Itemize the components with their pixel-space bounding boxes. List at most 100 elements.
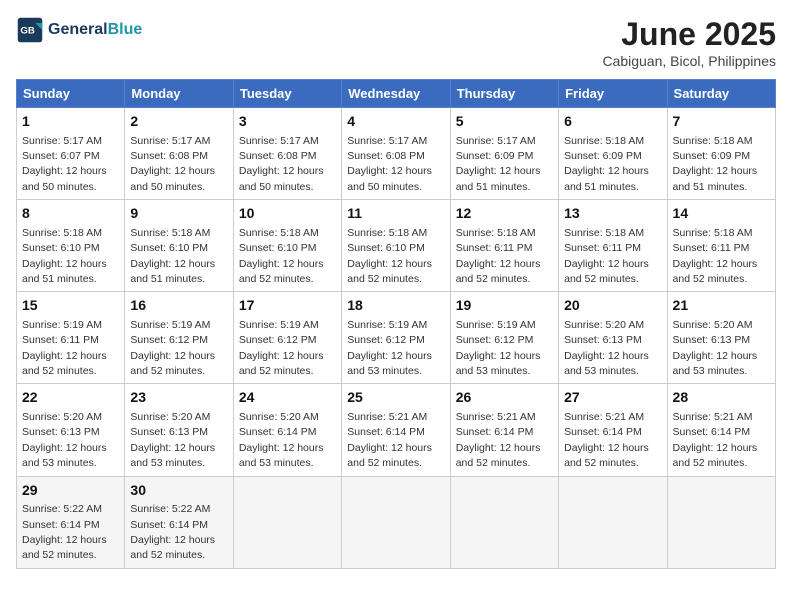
calendar-cell: 7 Sunrise: 5:18 AMSunset: 6:09 PMDaylight… [667, 108, 775, 200]
calendar-cell: 4 Sunrise: 5:17 AMSunset: 6:08 PMDaylight… [342, 108, 450, 200]
weekday-header-monday: Monday [125, 80, 233, 108]
cell-info: Sunrise: 5:22 AMSunset: 6:14 PMDaylight:… [130, 503, 215, 561]
calendar-cell: 11Sunrise: 5:18 AMSunset: 6:10 PMDayligh… [342, 200, 450, 292]
day-number: 5 [456, 112, 553, 132]
cell-info: Sunrise: 5:17 AMSunset: 6:08 PMDaylight:… [239, 135, 324, 193]
calendar-cell: 17 Sunrise: 5:19 AMSunset: 6:12 PMDayligh… [233, 292, 341, 384]
calendar-cell: 5 Sunrise: 5:17 AMSunset: 6:09 PMDaylight… [450, 108, 558, 200]
day-number: 29 [22, 481, 119, 501]
calendar-cell: 9 Sunrise: 5:18 AMSunset: 6:10 PMDaylight… [125, 200, 233, 292]
calendar-cell: 30Sunrise: 5:22 AMSunset: 6:14 PMDayligh… [125, 476, 233, 568]
logo-text: GeneralBlue [48, 21, 142, 39]
month-year-title: June 2025 [602, 16, 776, 53]
day-number: 9 [130, 204, 227, 224]
day-number: 8 [22, 204, 119, 224]
cell-info: Sunrise: 5:18 AMSunset: 6:10 PMDaylight:… [239, 227, 324, 285]
svg-text:GB: GB [20, 26, 34, 37]
calendar-week-row: 15Sunrise: 5:19 AMSunset: 6:11 PMDayligh… [17, 292, 776, 384]
cell-info: Sunrise: 5:17 AMSunset: 6:09 PMDaylight:… [456, 135, 541, 193]
day-number: 2 [130, 112, 227, 132]
cell-info: Sunrise: 5:20 AMSunset: 6:13 PMDaylight:… [673, 319, 758, 377]
calendar-cell: 16Sunrise: 5:19 AMSunset: 6:12 PMDayligh… [125, 292, 233, 384]
day-number: 27 [564, 388, 661, 408]
day-number: 7 [673, 112, 770, 132]
calendar-week-row: 8 Sunrise: 5:18 AMSunset: 6:10 PMDaylight… [17, 200, 776, 292]
calendar-cell: 21 Sunrise: 5:20 AMSunset: 6:13 PMDayligh… [667, 292, 775, 384]
cell-info: Sunrise: 5:18 AMSunset: 6:09 PMDaylight:… [673, 135, 758, 193]
calendar-week-row: 29Sunrise: 5:22 AMSunset: 6:14 PMDayligh… [17, 476, 776, 568]
cell-info: Sunrise: 5:18 AMSunset: 6:11 PMDaylight:… [456, 227, 541, 285]
day-number: 17 [239, 296, 336, 316]
calendar-cell: 28Sunrise: 5:21 AMSunset: 6:14 PMDayligh… [667, 384, 775, 476]
day-number: 13 [564, 204, 661, 224]
calendar-cell: 15Sunrise: 5:19 AMSunset: 6:11 PMDayligh… [17, 292, 125, 384]
cell-info: Sunrise: 5:21 AMSunset: 6:14 PMDaylight:… [673, 411, 758, 469]
cell-info: Sunrise: 5:17 AMSunset: 6:08 PMDaylight:… [130, 135, 215, 193]
day-number: 15 [22, 296, 119, 316]
day-number: 30 [130, 481, 227, 501]
cell-info: Sunrise: 5:20 AMSunset: 6:13 PMDaylight:… [564, 319, 649, 377]
cell-info: Sunrise: 5:19 AMSunset: 6:12 PMDaylight:… [347, 319, 432, 377]
calendar-cell: 23Sunrise: 5:20 AMSunset: 6:13 PMDayligh… [125, 384, 233, 476]
day-number: 19 [456, 296, 553, 316]
calendar-cell: 12 Sunrise: 5:18 AMSunset: 6:11 PMDayligh… [450, 200, 558, 292]
weekday-header-sunday: Sunday [17, 80, 125, 108]
calendar-cell: 19 Sunrise: 5:19 AMSunset: 6:12 PMDayligh… [450, 292, 558, 384]
calendar-cell: 29Sunrise: 5:22 AMSunset: 6:14 PMDayligh… [17, 476, 125, 568]
day-number: 10 [239, 204, 336, 224]
calendar-cell [450, 476, 558, 568]
calendar-cell [559, 476, 667, 568]
cell-info: Sunrise: 5:19 AMSunset: 6:12 PMDaylight:… [239, 319, 324, 377]
cell-info: Sunrise: 5:21 AMSunset: 6:14 PMDaylight:… [347, 411, 432, 469]
page-header: GB GeneralBlue June 2025 Cabiguan, Bicol… [16, 16, 776, 69]
calendar-cell [233, 476, 341, 568]
calendar-cell: 2 Sunrise: 5:17 AMSunset: 6:08 PMDaylight… [125, 108, 233, 200]
cell-info: Sunrise: 5:20 AMSunset: 6:14 PMDaylight:… [239, 411, 324, 469]
weekday-header-friday: Friday [559, 80, 667, 108]
calendar-cell: 3 Sunrise: 5:17 AMSunset: 6:08 PMDaylight… [233, 108, 341, 200]
day-number: 6 [564, 112, 661, 132]
calendar-cell [667, 476, 775, 568]
weekday-header-saturday: Saturday [667, 80, 775, 108]
day-number: 16 [130, 296, 227, 316]
cell-info: Sunrise: 5:17 AMSunset: 6:08 PMDaylight:… [347, 135, 432, 193]
day-number: 14 [673, 204, 770, 224]
day-number: 21 [673, 296, 770, 316]
title-area: June 2025 Cabiguan, Bicol, Philippines [602, 16, 776, 69]
cell-info: Sunrise: 5:18 AMSunset: 6:10 PMDaylight:… [130, 227, 215, 285]
calendar-cell: 26 Sunrise: 5:21 AMSunset: 6:14 PMDayligh… [450, 384, 558, 476]
calendar-cell: 8Sunrise: 5:18 AMSunset: 6:10 PMDaylight… [17, 200, 125, 292]
calendar-cell: 25 Sunrise: 5:21 AMSunset: 6:14 PMDayligh… [342, 384, 450, 476]
day-number: 4 [347, 112, 444, 132]
calendar-cell: 20 Sunrise: 5:20 AMSunset: 6:13 PMDayligh… [559, 292, 667, 384]
weekday-header-row: SundayMondayTuesdayWednesdayThursdayFrid… [17, 80, 776, 108]
weekday-header-wednesday: Wednesday [342, 80, 450, 108]
calendar-cell: 6 Sunrise: 5:18 AMSunset: 6:09 PMDaylight… [559, 108, 667, 200]
day-number: 18 [347, 296, 444, 316]
calendar-table: SundayMondayTuesdayWednesdayThursdayFrid… [16, 79, 776, 569]
day-number: 3 [239, 112, 336, 132]
cell-info: Sunrise: 5:21 AMSunset: 6:14 PMDaylight:… [564, 411, 649, 469]
calendar-cell [342, 476, 450, 568]
day-number: 12 [456, 204, 553, 224]
calendar-cell: 10 Sunrise: 5:18 AMSunset: 6:10 PMDayligh… [233, 200, 341, 292]
cell-info: Sunrise: 5:17 AMSunset: 6:07 PMDaylight:… [22, 135, 107, 193]
cell-info: Sunrise: 5:21 AMSunset: 6:14 PMDaylight:… [456, 411, 541, 469]
cell-info: Sunrise: 5:18 AMSunset: 6:09 PMDaylight:… [564, 135, 649, 193]
day-number: 22 [22, 388, 119, 408]
cell-info: Sunrise: 5:20 AMSunset: 6:13 PMDaylight:… [130, 411, 215, 469]
calendar-cell: 24Sunrise: 5:20 AMSunset: 6:14 PMDayligh… [233, 384, 341, 476]
day-number: 20 [564, 296, 661, 316]
calendar-cell: 22Sunrise: 5:20 AMSunset: 6:13 PMDayligh… [17, 384, 125, 476]
calendar-cell: 1 Sunrise: 5:17 AMSunset: 6:07 PMDaylight… [17, 108, 125, 200]
calendar-cell: 13 Sunrise: 5:18 AMSunset: 6:11 PMDayligh… [559, 200, 667, 292]
cell-info: Sunrise: 5:18 AMSunset: 6:11 PMDaylight:… [564, 227, 649, 285]
cell-info: Sunrise: 5:19 AMSunset: 6:12 PMDaylight:… [456, 319, 541, 377]
day-number: 26 [456, 388, 553, 408]
calendar-cell: 14Sunrise: 5:18 AMSunset: 6:11 PMDayligh… [667, 200, 775, 292]
day-number: 1 [22, 112, 119, 132]
weekday-header-thursday: Thursday [450, 80, 558, 108]
logo-icon: GB [16, 16, 44, 44]
cell-info: Sunrise: 5:22 AMSunset: 6:14 PMDaylight:… [22, 503, 107, 561]
day-number: 25 [347, 388, 444, 408]
